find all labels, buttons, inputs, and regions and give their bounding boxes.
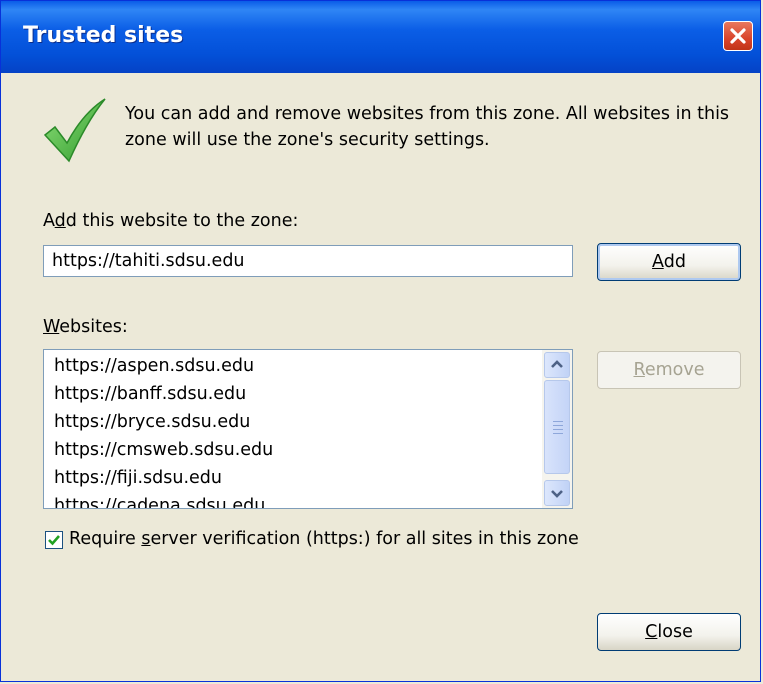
websites-list: https://aspen.sdsu.edu https://banff.sds… [54, 352, 273, 508]
remove-button[interactable]: Remove [597, 351, 741, 389]
websites-listbox[interactable]: https://aspen.sdsu.edu https://banff.sds… [43, 349, 573, 509]
add-website-label-pre: A [43, 211, 55, 231]
add-button-accel: A [652, 252, 664, 272]
website-address-input[interactable] [43, 245, 573, 277]
websites-label: Websites: [43, 317, 128, 337]
websites-label-rest: ebsites: [59, 317, 128, 337]
close-button-accel: C [645, 622, 658, 642]
require-verification-checkbox[interactable] [45, 531, 63, 549]
zone-description: You can add and remove websites from thi… [125, 104, 730, 150]
verification-label-post: erver verification (https:) for all site… [150, 529, 579, 549]
close-window-button[interactable] [723, 21, 753, 51]
chevron-up-icon [551, 360, 563, 368]
thumb-grip [553, 425, 563, 426]
thumb-grip [553, 429, 563, 430]
list-item[interactable]: https://fiji.sdsu.edu [54, 464, 273, 492]
close-button-rest: lose [657, 622, 693, 642]
scroll-up-button[interactable] [544, 352, 570, 378]
list-item[interactable]: https://banff.sdsu.edu [54, 380, 273, 408]
remove-button-rest: emove [644, 360, 705, 380]
checkbox-checked-icon [48, 535, 60, 546]
list-item[interactable]: https://cadena.sdsu.edu [54, 492, 273, 508]
require-verification-label[interactable]: Require server verification (https:) for… [69, 529, 579, 549]
close-icon [730, 28, 746, 44]
websites-label-accel: W [43, 317, 60, 337]
scroll-down-button[interactable] [544, 480, 570, 506]
list-item[interactable]: https://cmsweb.sdsu.edu [54, 436, 273, 464]
add-button[interactable]: Add [597, 243, 741, 281]
chevron-down-icon [551, 490, 563, 498]
window-title: Trusted sites [23, 23, 184, 48]
close-button[interactable]: Close [597, 613, 741, 651]
trusted-sites-dialog: Trusted sites You can add and remove web… [0, 0, 761, 682]
vertical-scrollbar[interactable] [542, 350, 572, 508]
title-bar[interactable]: Trusted sites [1, 1, 760, 73]
add-button-rest: dd [663, 252, 686, 272]
list-item[interactable]: https://aspen.sdsu.edu [54, 352, 273, 380]
thumb-grip [553, 421, 563, 422]
add-website-label-post: d this website to the zone: [65, 211, 299, 231]
scroll-thumb[interactable] [544, 380, 570, 474]
remove-button-accel: R [633, 360, 645, 380]
add-website-label-accel: d [54, 211, 66, 231]
checkmark-icon [43, 98, 106, 163]
list-item[interactable]: https://bryce.sdsu.edu [54, 408, 273, 436]
thumb-grip [553, 433, 563, 434]
add-website-label: Add this website to the zone: [43, 211, 298, 231]
dialog-body: You can add and remove websites from thi… [5, 73, 758, 679]
verification-label-pre: Require [69, 529, 142, 549]
